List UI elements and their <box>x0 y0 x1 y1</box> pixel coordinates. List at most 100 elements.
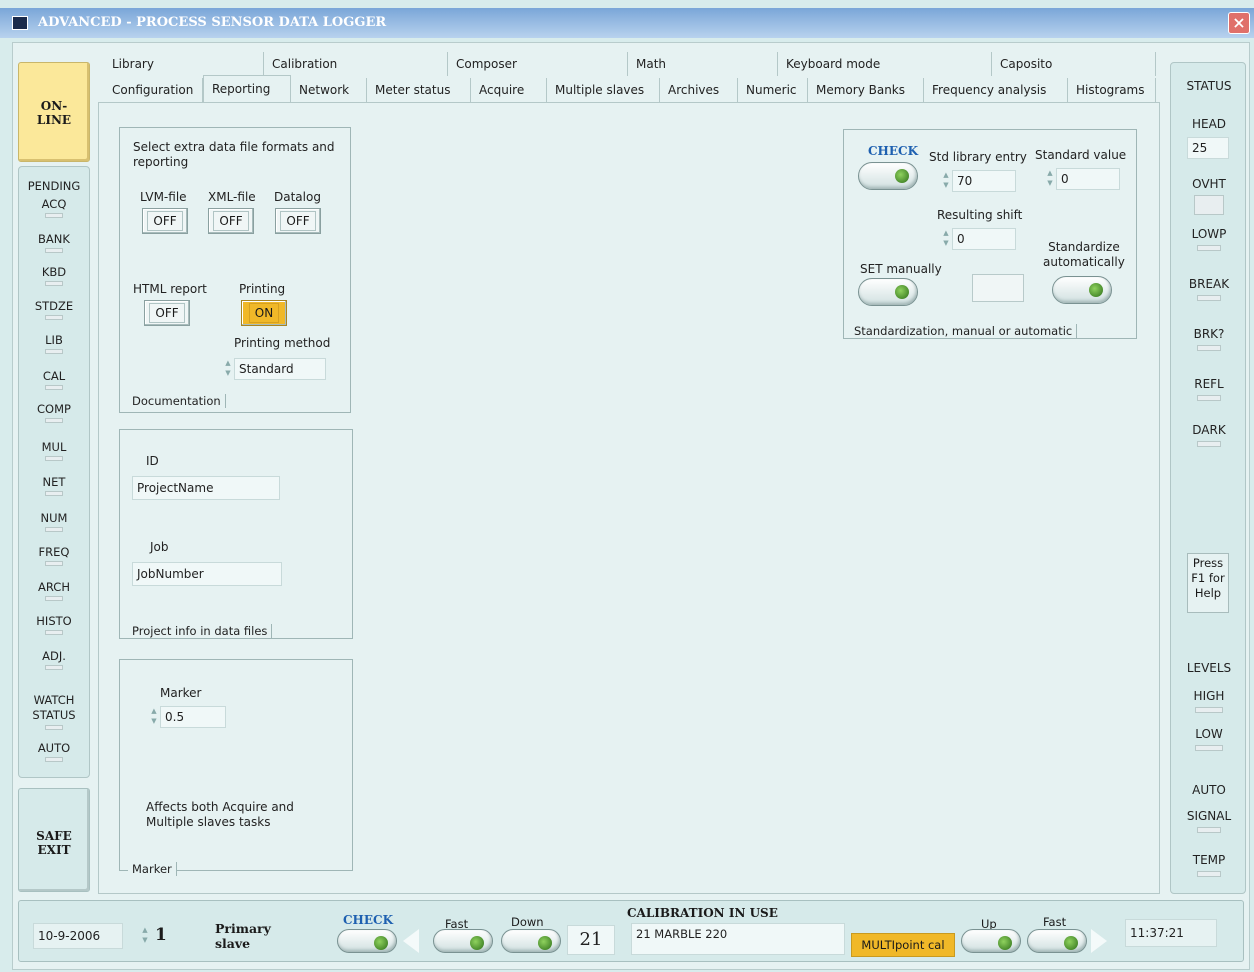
refl-label: REFL <box>1194 377 1224 391</box>
fast-up-button[interactable] <box>1027 929 1087 953</box>
pending-num-led <box>45 527 63 532</box>
marker-spinner[interactable]: ▲ ▼ <box>150 706 158 728</box>
marker-field[interactable]: 0.5 <box>160 706 226 728</box>
pending-kbd-led <box>45 281 63 286</box>
lvm-file-value: OFF <box>147 211 183 231</box>
tab-histograms[interactable]: Histograms <box>1068 78 1156 102</box>
tab-composer[interactable]: Composer <box>448 52 628 76</box>
lowp-led <box>1197 245 1221 251</box>
help-line-3: Help <box>1194 586 1222 600</box>
tab-row-2: Configuration Reporting Network Meter st… <box>98 75 1160 102</box>
standardize-automatically-button[interactable] <box>1052 276 1112 304</box>
refl-led <box>1197 395 1221 401</box>
job-field[interactable]: JobNumber <box>132 562 282 586</box>
pending-item-comp: COMP <box>19 402 89 423</box>
xml-file-label: XML-file <box>208 190 256 204</box>
dark-label: DARK <box>1192 423 1226 437</box>
slave-number[interactable]: 1 <box>155 925 167 945</box>
pending-adj-label: ADJ. <box>42 649 66 663</box>
std-library-entry-spinner[interactable]: ▲ ▼ <box>942 170 950 192</box>
resulting-shift-spinner[interactable]: ▲ ▼ <box>942 228 950 250</box>
head-label: HEAD <box>1191 117 1227 131</box>
pending-freq-led <box>45 561 63 566</box>
tab-caposito[interactable]: Caposito <box>992 52 1156 76</box>
pending-item-mul: MUL <box>19 440 89 461</box>
auto-indicator: AUTO <box>19 741 89 762</box>
auto-label: AUTO <box>37 741 71 755</box>
slave-label-line-2: slave <box>215 936 251 951</box>
tab-meter-status[interactable]: Meter status <box>367 78 471 102</box>
up-button[interactable] <box>961 929 1021 953</box>
standard-value-label: Standard value <box>1035 148 1127 162</box>
resulting-shift-label: Resulting shift <box>937 208 1023 222</box>
html-report-toggle[interactable]: OFF <box>144 300 190 326</box>
pending-mul-label: MUL <box>41 440 67 454</box>
status-auto-label: AUTO <box>1192 783 1226 797</box>
printing-method-field[interactable]: Standard <box>234 358 326 380</box>
bottom-check-button[interactable] <box>337 929 397 953</box>
tab-frequency-analysis[interactable]: Frequency analysis <box>924 78 1068 102</box>
std-library-entry-field[interactable]: 70 <box>952 170 1016 192</box>
slave-spinner[interactable]: ▲ ▼ <box>141 925 149 947</box>
head-value: 25 <box>1187 137 1229 159</box>
watch-status-indicator: WATCH STATUS <box>19 693 89 730</box>
fast-down-button[interactable] <box>433 929 493 953</box>
standardization-group: CHECK Std library entry ▲ ▼ 70 Standard v… <box>843 129 1137 339</box>
tab-calibration[interactable]: Calibration <box>264 52 448 76</box>
tab-configuration[interactable]: Configuration <box>104 78 203 102</box>
down-button[interactable] <box>501 929 561 953</box>
temp-label: TEMP <box>1192 853 1226 867</box>
auto-temp: TEMP <box>1171 853 1247 877</box>
tab-math[interactable]: Math <box>628 52 778 76</box>
datalog-toggle[interactable]: OFF <box>275 208 321 234</box>
xml-file-toggle[interactable]: OFF <box>208 208 254 234</box>
break-led <box>1197 295 1221 301</box>
datalog-value: OFF <box>280 211 316 231</box>
prev-arrow-icon[interactable] <box>403 929 419 953</box>
pending-adj-led <box>45 665 63 670</box>
resulting-shift-field[interactable]: 0 <box>952 228 1016 250</box>
break-label: BREAK <box>1188 277 1230 291</box>
tab-network[interactable]: Network <box>291 78 367 102</box>
standard-value-spinner[interactable]: ▲ ▼ <box>1046 168 1054 190</box>
tab-acquire[interactable]: Acquire <box>471 78 547 102</box>
printing-method-spinner[interactable]: ▲ ▼ <box>224 358 232 380</box>
lvm-file-toggle[interactable]: OFF <box>142 208 188 234</box>
close-button[interactable]: × <box>1228 12 1250 34</box>
safe-exit-button[interactable]: SAFE EXIT <box>18 788 90 892</box>
pending-acq-label: ACQ <box>41 197 67 211</box>
check-button[interactable] <box>858 162 918 190</box>
counter-display: 21 <box>567 925 615 955</box>
standardize-automatically-label: Standardize automatically <box>1043 240 1125 270</box>
std-library-entry-label: Std library entry <box>929 150 1027 164</box>
set-manually-button[interactable] <box>858 278 918 306</box>
tab-memory-banks[interactable]: Memory Banks <box>808 78 924 102</box>
pending-item-cal: CAL <box>19 369 89 390</box>
help-hint[interactable]: Press F1 for Help <box>1187 553 1229 613</box>
app-icon[interactable] <box>12 16 28 30</box>
tab-row-1: Library Calibration Composer Math Keyboa… <box>98 52 1160 76</box>
datalog-label: Datalog <box>274 190 321 204</box>
tab-library[interactable]: Library <box>104 52 264 76</box>
online-indicator[interactable]: ON- LINE <box>18 62 90 162</box>
high-led <box>1195 707 1223 713</box>
pending-num-label: NUM <box>40 511 68 525</box>
tab-multiple-slaves[interactable]: Multiple slaves <box>547 78 660 102</box>
standard-value-field[interactable]: 0 <box>1056 168 1120 190</box>
ovht-led <box>1194 195 1224 215</box>
brk-label: BRK? <box>1193 327 1225 341</box>
tab-archives[interactable]: Archives <box>660 78 738 102</box>
printing-value: ON <box>248 303 280 323</box>
id-field[interactable]: ProjectName <box>132 476 280 500</box>
status-ovht: OVHT <box>1171 177 1247 215</box>
reporting-page: Select extra data file formats and repor… <box>98 102 1160 894</box>
set-manually-label: SET manually <box>860 262 942 276</box>
status-refl: REFL <box>1171 377 1247 401</box>
pending-bank-led <box>45 248 63 253</box>
tab-keyboard-mode[interactable]: Keyboard mode <box>778 52 992 76</box>
printing-toggle[interactable]: ON <box>241 300 287 326</box>
tab-reporting[interactable]: Reporting <box>203 75 291 102</box>
next-arrow-icon[interactable] <box>1091 929 1107 953</box>
pending-lib-led <box>45 349 63 354</box>
tab-numeric[interactable]: Numeric <box>738 78 808 102</box>
